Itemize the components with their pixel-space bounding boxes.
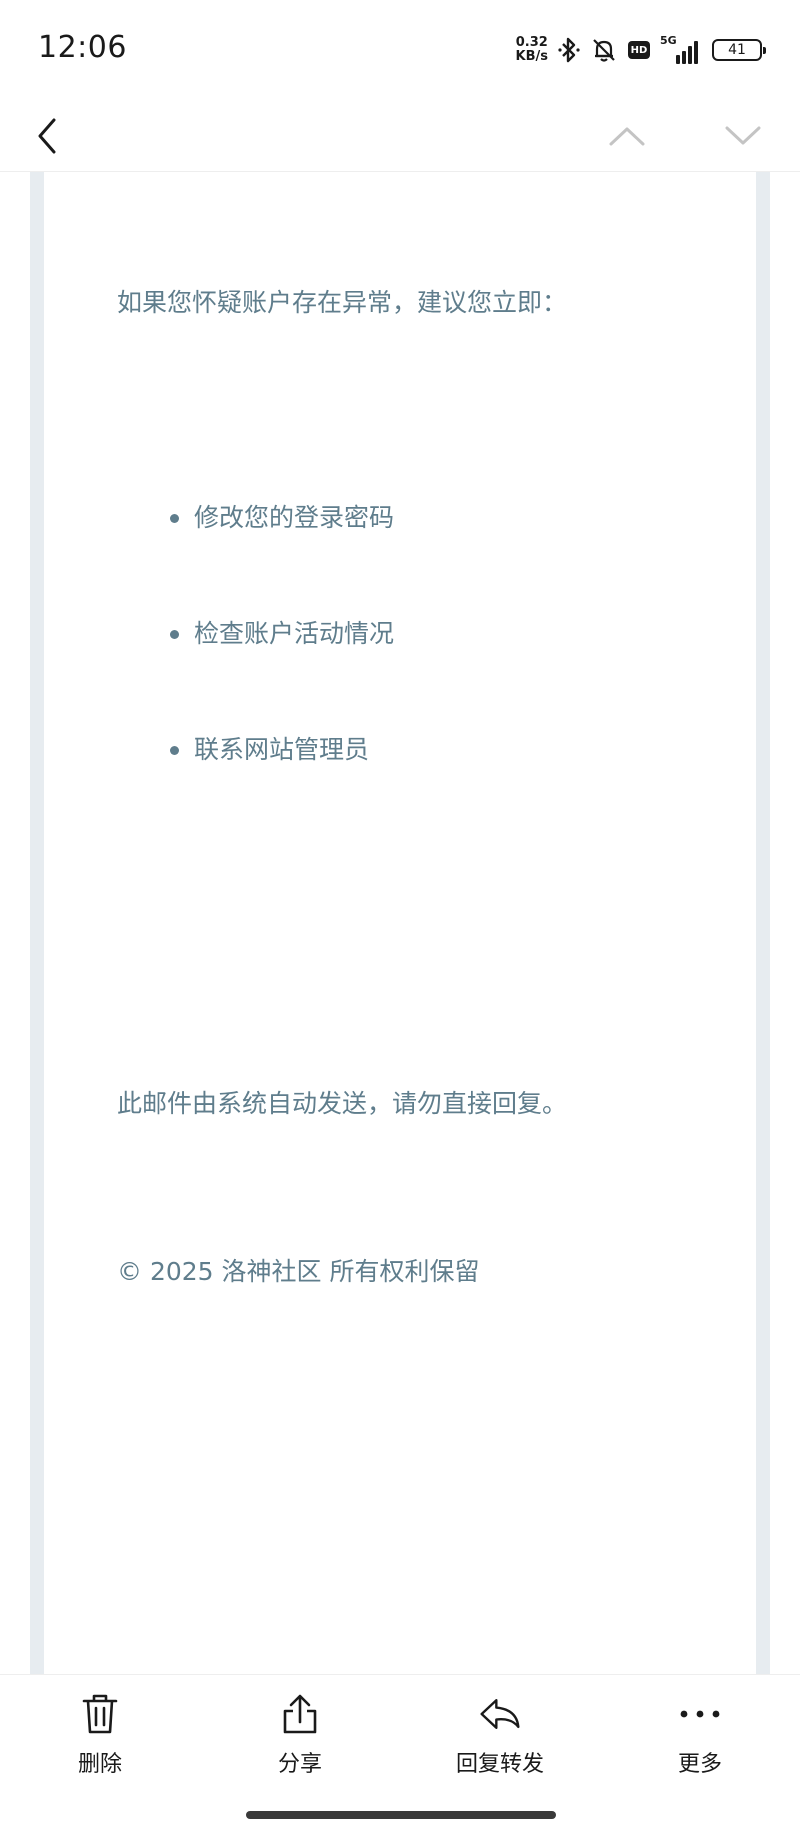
status-icons: 0.32 KB/s HD 5G 41 xyxy=(516,34,766,66)
more-icon xyxy=(680,1710,720,1718)
more-label: 更多 xyxy=(677,1752,722,1777)
status-bar: 12:06 0.32 KB/s HD 5G 41 xyxy=(0,0,800,100)
battery-icon: 41 xyxy=(712,39,766,61)
share-button[interactable]: 分享 xyxy=(200,1675,400,1795)
bullet-dot xyxy=(170,630,179,639)
previous-email-button[interactable] xyxy=(592,100,662,172)
bluetooth-icon xyxy=(558,37,580,63)
more-button[interactable]: 更多 xyxy=(600,1675,800,1795)
network-speed-unit: KB/s xyxy=(515,49,548,64)
network-speed: 0.32 KB/s xyxy=(516,36,548,64)
recommendation-list: 修改您的登录密码 检查账户活动情况 联系网站管理员 xyxy=(170,502,394,850)
share-label: 分享 xyxy=(277,1752,322,1777)
list-item: 检查账户活动情况 xyxy=(170,618,394,734)
email-body[interactable]: 如果您怀疑账户存在异常，建议您立即： 修改您的登录密码 检查账户活动情况 联系网… xyxy=(0,172,800,1674)
status-time: 12:06 xyxy=(38,30,127,65)
list-item: 修改您的登录密码 xyxy=(170,502,394,618)
network-type: 5G xyxy=(660,34,677,47)
email-frame-left xyxy=(30,172,44,1674)
delete-button[interactable]: 删除 xyxy=(0,1675,200,1795)
hd-icon: HD xyxy=(628,41,650,59)
email-intro-text: 如果您怀疑账户存在异常，建议您立即： xyxy=(117,288,568,317)
reply-forward-label: 回复转发 xyxy=(455,1752,544,1777)
chevron-up-icon xyxy=(609,127,645,146)
home-indicator[interactable] xyxy=(246,1811,556,1819)
auto-send-notice: 此邮件由系统自动发送，请勿直接回复。 xyxy=(117,1089,568,1118)
list-item-text: 检查账户活动情况 xyxy=(194,619,395,648)
reply-forward-button[interactable]: 回复转发 xyxy=(400,1675,600,1795)
delete-label: 删除 xyxy=(77,1752,122,1777)
list-item: 联系网站管理员 xyxy=(170,734,394,850)
nav-bar xyxy=(0,100,800,172)
share-icon xyxy=(283,1694,317,1734)
bullet-dot xyxy=(170,746,179,755)
copyright-text: © 2025 洛神社区 所有权利保留 xyxy=(117,1257,480,1286)
email-frame-right xyxy=(756,172,770,1674)
reply-icon xyxy=(480,1699,520,1729)
list-item-text: 修改您的登录密码 xyxy=(194,503,395,532)
network-speed-value: 0.32 xyxy=(515,35,548,50)
signal-icon: 5G xyxy=(660,34,702,64)
back-button[interactable] xyxy=(12,100,82,172)
bullet-dot xyxy=(170,514,179,523)
bell-muted-icon xyxy=(593,39,615,62)
trash-icon xyxy=(82,1694,118,1734)
battery-level: 41 xyxy=(728,42,746,58)
list-item-text: 联系网站管理员 xyxy=(194,735,370,764)
back-icon xyxy=(38,118,56,154)
bottom-toolbar: 删除 分享 回复转发 更多 xyxy=(0,1674,800,1822)
chevron-down-icon xyxy=(725,126,761,145)
next-email-button[interactable] xyxy=(708,100,778,172)
